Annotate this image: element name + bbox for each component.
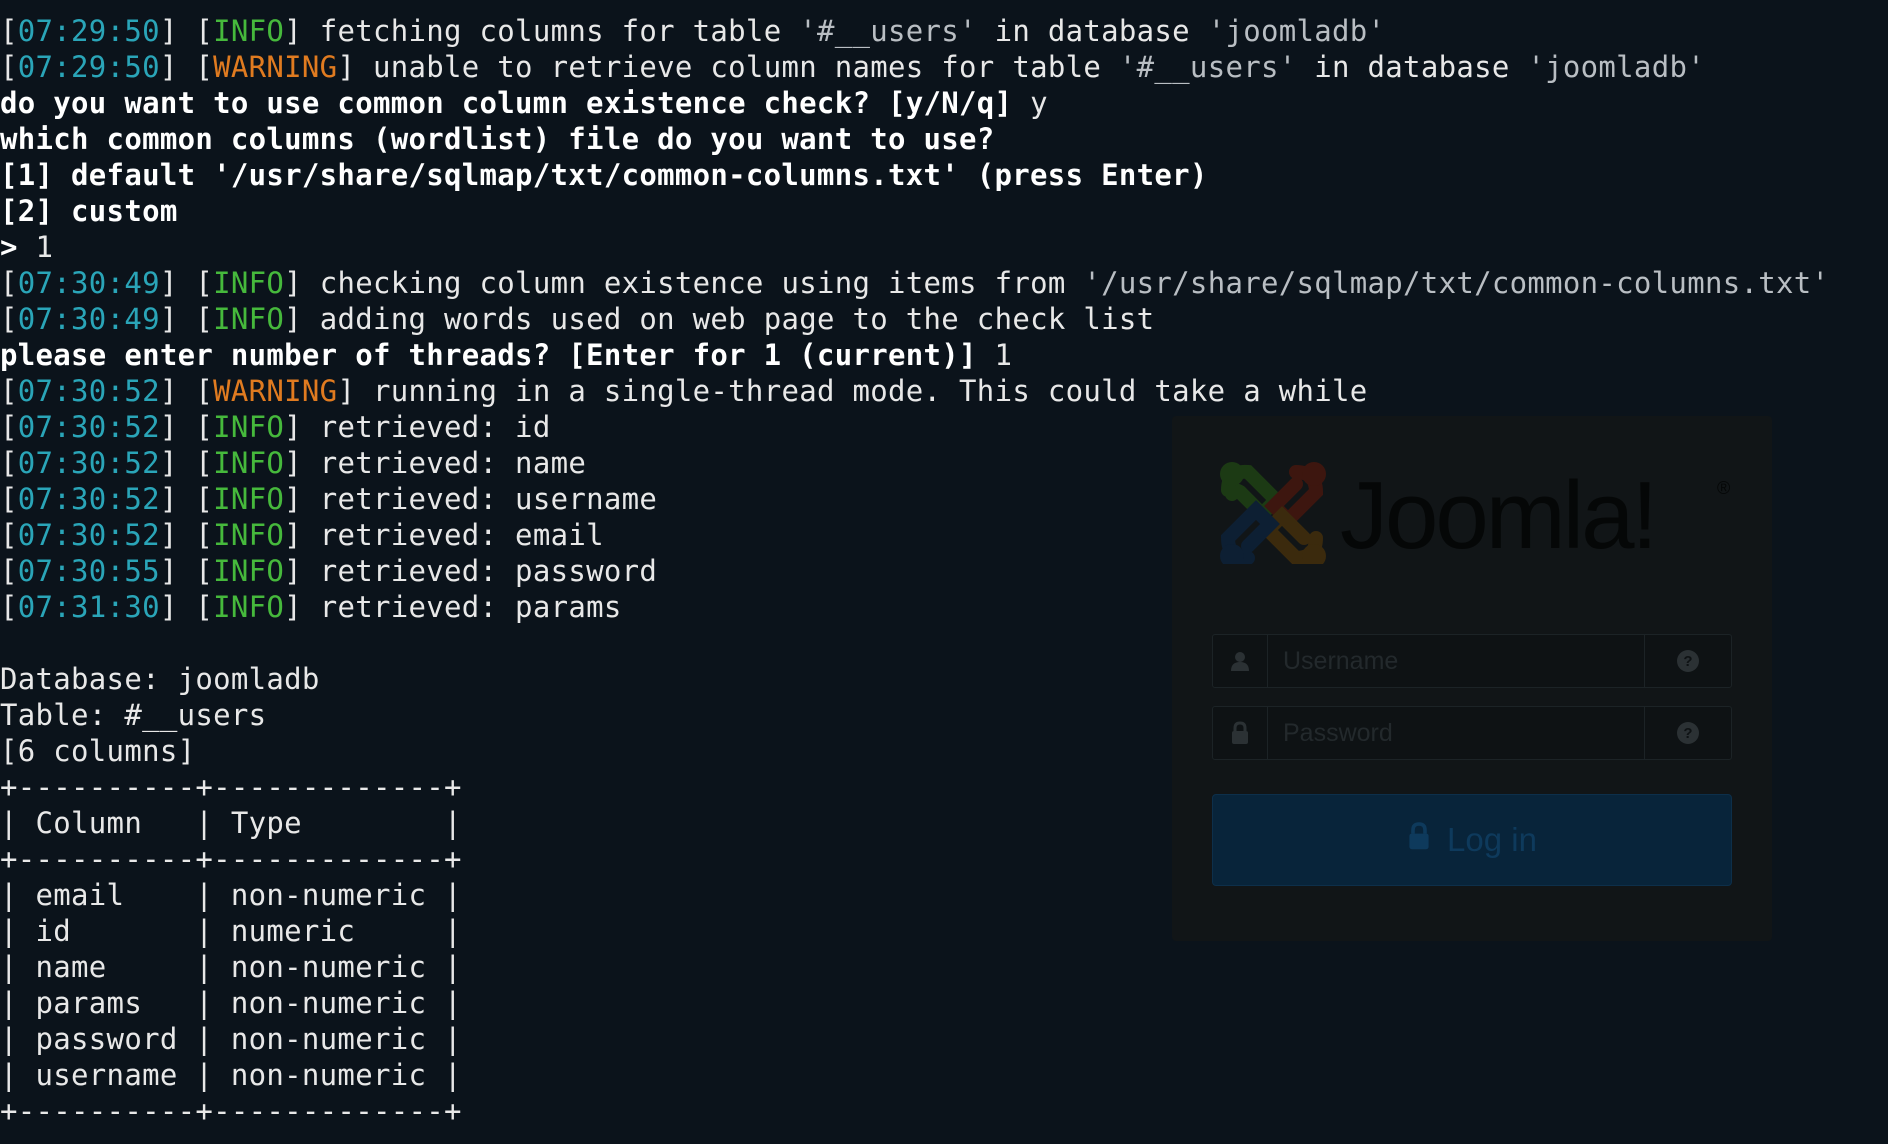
log-timestamp: 07:29:50 (17, 14, 160, 48)
joomla-logo-text: Joomla! (1340, 462, 1655, 564)
login-button-label: Log in (1447, 821, 1537, 858)
terminal-line: | params | non-numeric | (0, 985, 1888, 1021)
login-button[interactable]: Log in (1212, 794, 1732, 886)
terminal-line: [07:29:50] [INFO] fetching columns for t… (0, 14, 1386, 48)
output-text: Database: joomladb (0, 662, 320, 696)
prompt-text: do you want to use common column existen… (0, 86, 1013, 120)
lock-icon (1213, 707, 1268, 759)
log-level: INFO (213, 554, 285, 588)
log-message: retrieved: id (319, 410, 551, 444)
log-timestamp: 07:30:52 (17, 518, 160, 552)
lock-icon (1407, 821, 1431, 859)
terminal-line: | username | non-numeric | (0, 1057, 1888, 1093)
log-message: in database (976, 14, 1208, 48)
terminal-line: > 1 (0, 229, 1888, 265)
log-level: INFO (213, 14, 285, 48)
prompt-answer: y (1030, 86, 1048, 120)
log-message: unable to retrieve column names for tabl… (372, 50, 1119, 84)
log-level: WARNING (213, 50, 338, 84)
log-message: 'joomladb' (1207, 14, 1386, 48)
log-level: INFO (213, 518, 285, 552)
log-message: 'joomladb' (1527, 50, 1705, 84)
log-timestamp: 07:30:52 (17, 446, 160, 480)
log-message: checking column existence using items fr… (319, 266, 1084, 300)
username-input[interactable] (1269, 636, 1641, 686)
username-field[interactable]: ? (1212, 634, 1732, 688)
log-level: INFO (213, 302, 285, 336)
password-input[interactable] (1269, 708, 1641, 758)
password-field[interactable]: ? (1212, 706, 1732, 760)
log-message: adding words used on web page to the che… (319, 302, 1155, 336)
log-level: INFO (213, 410, 285, 444)
log-timestamp: 07:30:55 (17, 554, 160, 588)
log-timestamp: 07:30:49 (17, 302, 160, 336)
terminal-line: [07:30:52] [WARNING] running in a single… (0, 374, 1368, 408)
log-level: WARNING (213, 374, 338, 408)
log-timestamp: 07:30:52 (17, 410, 160, 444)
terminal-line: | password | non-numeric | (0, 1021, 1888, 1057)
log-timestamp: 07:31:30 (17, 590, 160, 624)
output-text: | email | non-numeric | (0, 878, 462, 912)
log-level: INFO (213, 590, 285, 624)
log-level: INFO (213, 446, 285, 480)
log-message: retrieved: params (319, 590, 622, 624)
prompt-text: please enter number of threads? [Enter f… (0, 338, 977, 372)
prompt-text: which common columns (wordlist) file do … (0, 122, 995, 156)
output-text: | params | non-numeric | (0, 986, 462, 1020)
terminal-line: please enter number of threads? [Enter f… (0, 337, 1888, 373)
log-message: retrieved: name (319, 446, 587, 480)
joomla-logo: Joomla! ® (1220, 462, 1730, 564)
svg-text:?: ? (1683, 725, 1692, 742)
joomla-login-panel: Joomla! ® ? ? Log in (1172, 416, 1772, 941)
joomla-logo-mark-icon (1220, 462, 1326, 564)
terminal-line: do you want to use common column existen… (0, 85, 1888, 121)
log-message: in database (1296, 50, 1528, 84)
output-text: | Column | Type | (0, 806, 462, 840)
user-icon (1213, 635, 1268, 687)
prompt-text: [2] custom (0, 194, 178, 228)
terminal-line: which common columns (wordlist) file do … (0, 121, 1888, 157)
terminal-line: +----------+-------------+ (0, 1093, 1888, 1129)
log-message: retrieved: username (319, 482, 658, 516)
output-text: +----------+-------------+ (0, 842, 462, 876)
output-text: | username | non-numeric | (0, 1058, 462, 1092)
log-timestamp: 07:30:52 (17, 374, 160, 408)
terminal-line: [07:29:50] [WARNING] unable to retrieve … (0, 50, 1705, 84)
prompt-answer: 1 (994, 338, 1013, 372)
log-timestamp: 07:30:49 (17, 266, 160, 300)
log-message: '#__users' (799, 14, 977, 48)
output-text: | password | non-numeric | (0, 1022, 462, 1056)
username-help-icon[interactable]: ? (1644, 635, 1731, 687)
log-message: running in a single-thread mode. This co… (372, 374, 1368, 408)
output-text: +----------+-------------+ (0, 1094, 462, 1128)
log-timestamp: 07:29:50 (17, 50, 160, 84)
log-message: retrieved: email (319, 518, 604, 552)
svg-text:?: ? (1683, 653, 1692, 670)
terminal-line: [07:30:49] [INFO] checking column existe… (0, 266, 1830, 300)
password-help-icon[interactable]: ? (1644, 707, 1731, 759)
log-message: '/usr/share/sqlmap/txt/common-columns.tx… (1083, 266, 1830, 300)
output-text: Table: #__users (0, 698, 267, 732)
log-message: fetching columns for table (319, 14, 800, 48)
log-message: '#__users' (1118, 50, 1297, 84)
user-input: > 1 (0, 230, 54, 264)
log-timestamp: 07:30:52 (17, 482, 160, 516)
joomla-logo-registered: ® (1717, 478, 1730, 498)
terminal-line: [1] default '/usr/share/sqlmap/txt/commo… (0, 157, 1888, 193)
output-text: +----------+-------------+ (0, 770, 462, 804)
output-text: [6 columns] (0, 734, 196, 768)
log-level: INFO (213, 482, 285, 516)
prompt-text: [1] default '/usr/share/sqlmap/txt/commo… (0, 158, 1208, 192)
output-text: | id | numeric | (0, 914, 462, 948)
output-text: | name | non-numeric | (0, 950, 462, 984)
log-level: INFO (213, 266, 285, 300)
log-message: retrieved: password (319, 554, 658, 588)
terminal-line: | name | non-numeric | (0, 949, 1888, 985)
terminal-line: [07:30:49] [INFO] adding words used on w… (0, 302, 1155, 336)
terminal-line: [2] custom (0, 193, 1888, 229)
